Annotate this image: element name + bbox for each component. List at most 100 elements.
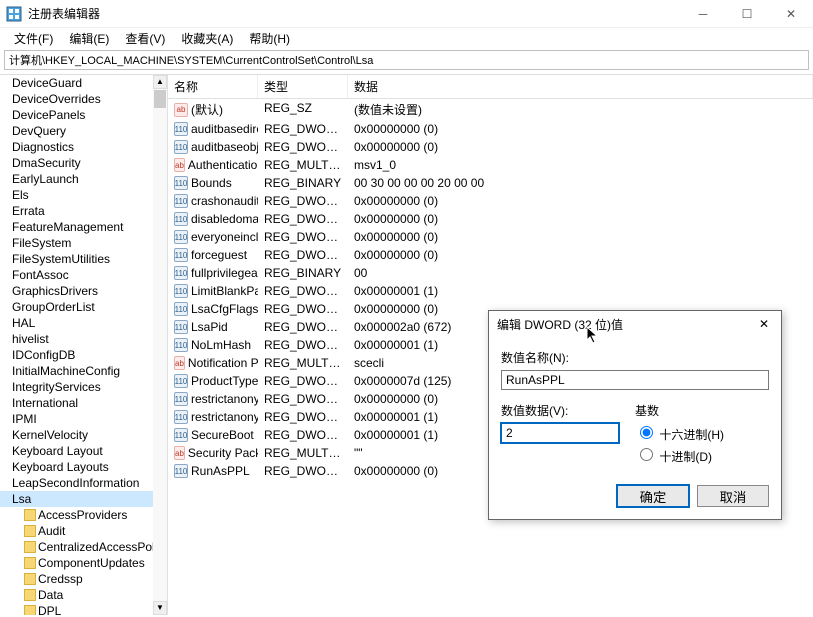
tree-item-label: IntegrityServices (12, 380, 101, 394)
tree-pane[interactable]: DeviceGuardDeviceOverridesDevicePanelsDe… (0, 75, 168, 615)
tree-item[interactable]: hivelist (0, 331, 167, 347)
tree-item[interactable]: EarlyLaunch (0, 171, 167, 187)
value-name-label: 数值名称(N): (501, 349, 769, 366)
menu-view[interactable]: 查看(V) (117, 28, 173, 48)
dialog-titlebar[interactable]: 编辑 DWORD (32 位)值 ✕ (489, 311, 781, 337)
menu-edit[interactable]: 编辑(E) (61, 28, 117, 48)
tree-item[interactable]: AccessProviders (0, 507, 167, 523)
tree-item-label: Errata (12, 204, 45, 218)
tree-item-label: FileSystemUtilities (12, 252, 110, 266)
tree-item[interactable]: DevicePanels (0, 107, 167, 123)
radio-hex-input[interactable] (640, 426, 653, 439)
scroll-down-icon[interactable]: ▼ (153, 601, 167, 615)
tree-item[interactable]: InitialMachineConfig (0, 363, 167, 379)
tree-item[interactable]: DeviceOverrides (0, 91, 167, 107)
menu-favorites[interactable]: 收藏夹(A) (173, 28, 241, 48)
tree-item[interactable]: DeviceGuard (0, 75, 167, 91)
binary-icon: 110 (174, 230, 188, 244)
tree-item[interactable]: IntegrityServices (0, 379, 167, 395)
tree-item[interactable]: FeatureManagement (0, 219, 167, 235)
list-row[interactable]: 110BoundsREG_BINARY00 30 00 00 00 20 00 … (168, 174, 813, 192)
list-row[interactable]: 110auditbasedirec...REG_DWORD0x00000000 … (168, 120, 813, 138)
col-data[interactable]: 数据 (348, 75, 813, 98)
value-type: REG_DWORD (258, 139, 348, 155)
list-row[interactable]: 110fullprivilegeau...REG_BINARY00 (168, 264, 813, 282)
value-data: 00 30 00 00 00 20 00 00 (348, 175, 813, 191)
tree-item[interactable]: Data (0, 587, 167, 603)
list-row[interactable]: abAuthentication ...REG_MULTI_SZmsv1_0 (168, 156, 813, 174)
tree-item-label: GraphicsDrivers (12, 284, 98, 298)
scroll-up-icon[interactable]: ▲ (153, 75, 167, 89)
tree-item[interactable]: IPMI (0, 411, 167, 427)
tree-item-label: CentralizedAccessPolicies (38, 540, 168, 554)
value-data: (数值未设置) (348, 100, 813, 119)
tree-item[interactable]: GroupOrderList (0, 299, 167, 315)
value-type: REG_DWORD (258, 211, 348, 227)
tree-item-label: Keyboard Layout (12, 444, 103, 458)
value-data: 0x00000000 (0) (348, 121, 813, 137)
tree-item[interactable]: DmaSecurity (0, 155, 167, 171)
binary-icon: 110 (174, 212, 188, 226)
menu-bar: 文件(F) 编辑(E) 查看(V) 收藏夹(A) 帮助(H) (0, 28, 813, 48)
tree-item[interactable]: Audit (0, 523, 167, 539)
maximize-button[interactable]: ☐ (725, 0, 769, 28)
col-name[interactable]: 名称 (168, 75, 258, 98)
list-row[interactable]: ab(默认)REG_SZ(数值未设置) (168, 99, 813, 120)
value-data: 0x00000000 (0) (348, 193, 813, 209)
tree-item-label: DevQuery (12, 124, 66, 138)
list-row[interactable]: 110crashonauditfailREG_DWORD0x00000000 (… (168, 192, 813, 210)
menu-help[interactable]: 帮助(H) (241, 28, 298, 48)
binary-icon: 110 (174, 374, 188, 388)
list-row[interactable]: 110auditbaseobje...REG_DWORD0x00000000 (… (168, 138, 813, 156)
tree-item[interactable]: GraphicsDrivers (0, 283, 167, 299)
tree-item[interactable]: ComponentUpdates (0, 555, 167, 571)
close-button[interactable]: ✕ (769, 0, 813, 28)
value-name: RunAsPPL (191, 464, 250, 478)
tree-item[interactable]: Lsa (0, 491, 167, 507)
list-row[interactable]: 110forceguestREG_DWORD0x00000000 (0) (168, 246, 813, 264)
tree-item[interactable]: Credssp (0, 571, 167, 587)
value-type: REG_DWORD (258, 193, 348, 209)
tree-item[interactable]: DevQuery (0, 123, 167, 139)
tree-item-label: Lsa (12, 492, 31, 506)
tree-item[interactable]: IDConfigDB (0, 347, 167, 363)
cancel-button[interactable]: 取消 (697, 485, 769, 507)
tree-item[interactable]: Keyboard Layouts (0, 459, 167, 475)
tree-item[interactable]: FontAssoc (0, 267, 167, 283)
value-data-field[interactable] (501, 423, 619, 443)
binary-icon: 110 (174, 338, 188, 352)
list-header[interactable]: 名称 类型 数据 (168, 75, 813, 99)
address-bar[interactable]: 计算机\HKEY_LOCAL_MACHINE\SYSTEM\CurrentCon… (4, 50, 809, 70)
tree-item[interactable]: HAL (0, 315, 167, 331)
tree-item[interactable]: Errata (0, 203, 167, 219)
tree-item-label: ComponentUpdates (38, 556, 145, 570)
title-bar: 注册表编辑器 ─ ☐ ✕ (0, 0, 813, 28)
binary-icon: 110 (174, 266, 188, 280)
ok-button[interactable]: 确定 (617, 485, 689, 507)
list-row[interactable]: 110disabledomain...REG_DWORD0x00000000 (… (168, 210, 813, 228)
tree-item[interactable]: KernelVelocity (0, 427, 167, 443)
list-row[interactable]: 110everyoneinclud...REG_DWORD0x00000000 … (168, 228, 813, 246)
tree-item[interactable]: Diagnostics (0, 139, 167, 155)
tree-scrollbar[interactable]: ▲ ▼ (153, 75, 167, 615)
value-name-field[interactable] (501, 370, 769, 390)
minimize-button[interactable]: ─ (681, 0, 725, 28)
list-row[interactable]: 110LimitBlankPass...REG_DWORD0x00000001 … (168, 282, 813, 300)
col-type[interactable]: 类型 (258, 75, 348, 98)
tree-item[interactable]: LeapSecondInformation (0, 475, 167, 491)
tree-item[interactable]: FileSystemUtilities (0, 251, 167, 267)
radio-dec[interactable]: 十进制(D) (635, 445, 769, 465)
tree-item[interactable]: Els (0, 187, 167, 203)
tree-item-label: LeapSecondInformation (12, 476, 139, 490)
tree-item[interactable]: DPL (0, 603, 167, 615)
dialog-close-button[interactable]: ✕ (755, 317, 773, 331)
tree-item[interactable]: CentralizedAccessPolicies (0, 539, 167, 555)
radio-dec-input[interactable] (640, 448, 653, 461)
tree-item[interactable]: FileSystem (0, 235, 167, 251)
menu-file[interactable]: 文件(F) (6, 28, 61, 48)
radio-hex[interactable]: 十六进制(H) (635, 423, 769, 443)
string-icon: ab (174, 446, 185, 460)
scroll-thumb[interactable] (154, 90, 166, 108)
tree-item[interactable]: Keyboard Layout (0, 443, 167, 459)
tree-item[interactable]: International (0, 395, 167, 411)
